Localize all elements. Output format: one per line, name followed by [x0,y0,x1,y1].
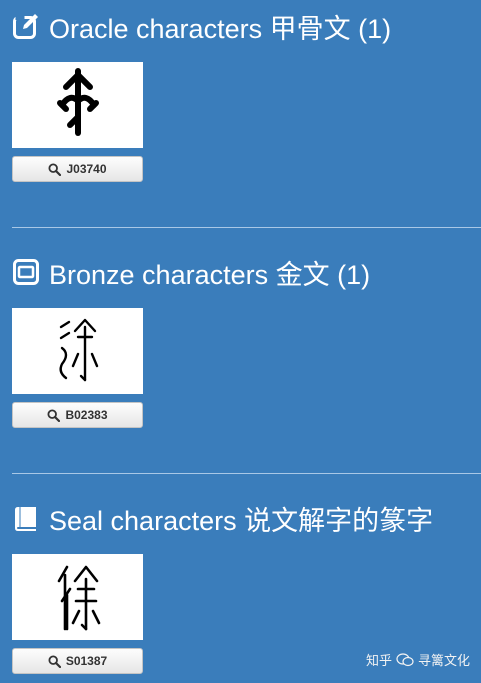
watermark-left-text: 知乎 [366,653,393,668]
watermark: 知乎 寻篱文化 [366,650,470,669]
oracle-character-image[interactable] [12,62,143,148]
section-header-oracle: Oracle characters 甲骨文 (1) [12,9,392,44]
search-button-seal[interactable]: S01387 [12,648,143,674]
section-divider [12,227,481,228]
search-icon [48,162,62,176]
search-icon [48,654,61,668]
bronze-character-image[interactable] [12,308,143,394]
button-label-seal: S01387 [65,654,108,668]
edit-square-icon [12,12,40,40]
section-title-seal: Seal characters 说文解字的篆字 [49,505,434,536]
seal-character-image[interactable] [12,554,143,640]
book-icon [12,504,40,532]
wechat-logo-icon [396,652,414,667]
search-button-oracle[interactable]: J03740 [12,156,143,182]
section-header-seal: Seal characters 说文解字的篆字 [12,501,434,536]
search-button-bronze[interactable]: B02383 [12,402,143,428]
button-label-oracle: J03740 [66,162,107,176]
watermark-right-text: 寻篱文化 [418,653,471,668]
section-title-bronze: Bronze characters 金文 (1) [49,259,371,290]
section-divider [12,473,481,474]
section-header-bronze: Bronze characters 金文 (1) [12,255,371,290]
button-label-bronze: B02383 [65,408,108,422]
search-icon [47,408,61,422]
bronze-vessel-icon [12,258,40,286]
section-title-oracle: Oracle characters 甲骨文 (1) [49,13,392,44]
